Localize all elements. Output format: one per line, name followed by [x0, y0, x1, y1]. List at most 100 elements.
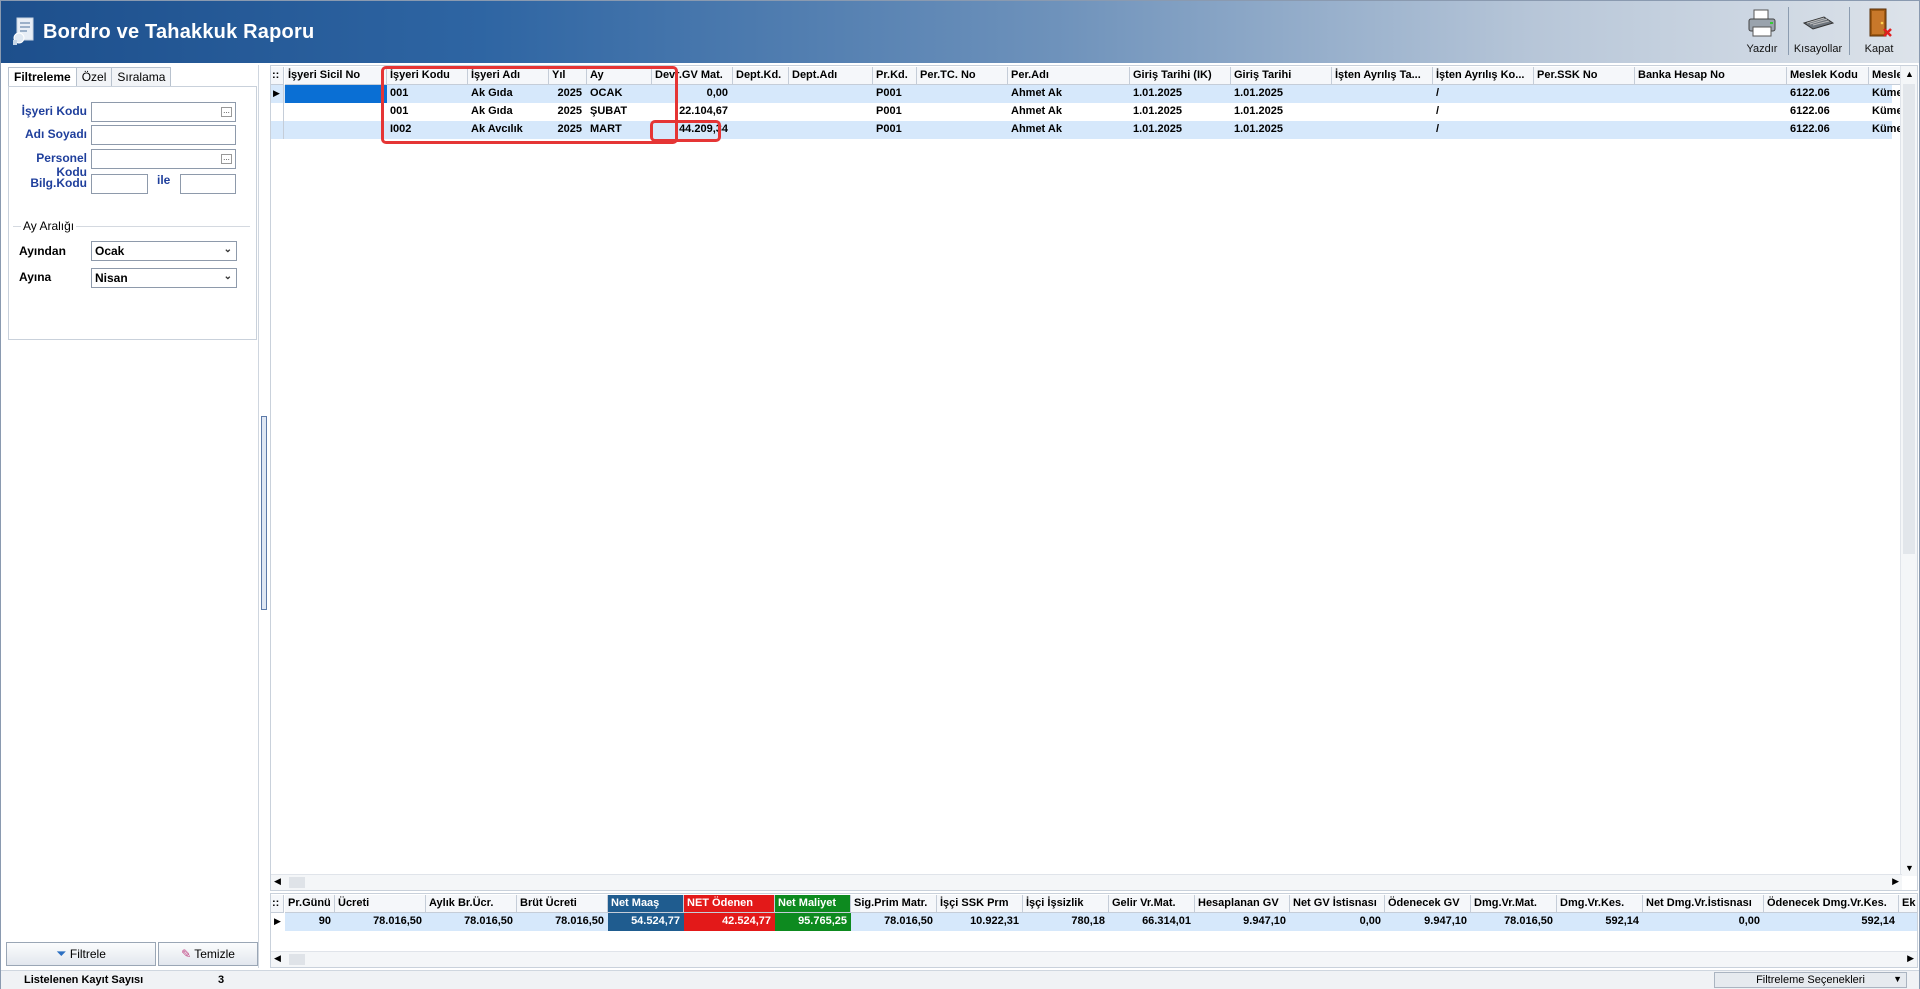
- table-cell[interactable]: 6122.06: [1787, 103, 1869, 121]
- summary-column-header[interactable]: Ek İ: [1899, 895, 1917, 913]
- table-cell[interactable]: [285, 85, 387, 103]
- table-cell[interactable]: [733, 121, 789, 139]
- scroll-thumb[interactable]: [289, 877, 305, 888]
- table-cell[interactable]: [1635, 121, 1787, 139]
- table-cell[interactable]: 2025: [549, 103, 587, 121]
- table-cell[interactable]: [733, 85, 789, 103]
- column-header[interactable]: Devr.GV Mat.: [652, 67, 733, 85]
- table-cell[interactable]: 1.01.2025: [1231, 103, 1332, 121]
- bilg-code-to-input[interactable]: [180, 174, 236, 194]
- close-button[interactable]: Kapat: [1859, 7, 1899, 57]
- table-cell[interactable]: Ak Gıda: [468, 85, 549, 103]
- name-input[interactable]: [91, 125, 236, 145]
- table-cell[interactable]: [917, 121, 1008, 139]
- column-header[interactable]: Per.SSK No: [1534, 67, 1635, 85]
- splitter-handle[interactable]: [261, 416, 267, 610]
- table-cell[interactable]: P001: [873, 85, 917, 103]
- table-cell[interactable]: /: [1433, 103, 1534, 121]
- row-pointer-icon[interactable]: ▶: [271, 85, 284, 103]
- table-cell[interactable]: Ak Gıda: [468, 103, 549, 121]
- table-cell[interactable]: [285, 121, 387, 139]
- summary-column-header[interactable]: Net Maaş: [608, 895, 684, 913]
- tab-siralama[interactable]: Sıralama: [111, 67, 172, 86]
- table-cell[interactable]: P001: [873, 121, 917, 139]
- table-cell[interactable]: 001: [387, 85, 468, 103]
- table-cell[interactable]: [1534, 121, 1635, 139]
- tab-ozel[interactable]: Özel: [75, 67, 113, 86]
- table-row[interactable]: ▶ 001 Ak Gıda 2025 OCAK 0,00 P001 Ahmet Ak 1.01.…: [271, 85, 1909, 103]
- summary-cell[interactable]: 10.922,31: [937, 913, 1023, 931]
- table-cell[interactable]: 1.01.2025: [1231, 85, 1332, 103]
- table-cell[interactable]: [733, 103, 789, 121]
- column-header[interactable]: Giriş Tarihi (IK): [1130, 67, 1231, 85]
- table-cell[interactable]: 001: [387, 103, 468, 121]
- table-cell[interactable]: [917, 85, 1008, 103]
- summary-column-header[interactable]: Aylık Br.Ücr.: [426, 895, 517, 913]
- clear-button[interactable]: ✎ Temizle: [158, 942, 258, 966]
- column-header[interactable]: Dept.Kd.: [733, 67, 789, 85]
- table-cell[interactable]: 0,00: [652, 85, 733, 103]
- table-cell[interactable]: ŞUBAT: [587, 103, 652, 121]
- table-cell[interactable]: 1.01.2025: [1130, 121, 1231, 139]
- table-cell[interactable]: [1332, 85, 1433, 103]
- column-header[interactable]: Meslek Kodu: [1787, 67, 1869, 85]
- table-cell[interactable]: [789, 85, 873, 103]
- summary-column-header[interactable]: NET Ödenen: [684, 895, 775, 913]
- table-cell[interactable]: 6122.06: [1787, 121, 1869, 139]
- column-header[interactable]: İşyeri Adı: [468, 67, 549, 85]
- summary-cell[interactable]: 78.016,50: [1471, 913, 1557, 931]
- summary-column-header[interactable]: Hesaplanan GV: [1195, 895, 1290, 913]
- grid-horizontal-scrollbar[interactable]: ◀ ▶: [271, 874, 1902, 890]
- row-indicator[interactable]: [271, 103, 284, 121]
- summary-cell[interactable]: 780,18: [1023, 913, 1109, 931]
- table-cell[interactable]: 2025: [549, 121, 587, 139]
- summary-cell[interactable]: 78.016,50: [335, 913, 426, 931]
- table-cell[interactable]: [1534, 85, 1635, 103]
- table-cell[interactable]: 44.209,34: [652, 121, 733, 139]
- column-header[interactable]: İşyeri Kodu: [387, 67, 468, 85]
- filter-button[interactable]: ⏷ Filtrele: [6, 942, 156, 966]
- grid-vertical-scrollbar[interactable]: ▲ ▼: [1900, 66, 1917, 876]
- table-cell[interactable]: [1332, 121, 1433, 139]
- table-cell[interactable]: [1635, 85, 1787, 103]
- table-cell[interactable]: [917, 103, 1008, 121]
- column-header[interactable]: Giriş Tarihi: [1231, 67, 1332, 85]
- ellipsis-icon[interactable]: ...: [221, 154, 232, 164]
- summary-cell[interactable]: 78.016,50: [426, 913, 517, 931]
- summary-column-header[interactable]: Ödenecek Dmg.Vr.Kes.: [1764, 895, 1899, 913]
- print-button[interactable]: Yazdır: [1744, 7, 1780, 57]
- table-cell[interactable]: 1.01.2025: [1130, 103, 1231, 121]
- table-cell[interactable]: [1534, 103, 1635, 121]
- tab-filtreleme[interactable]: Filtreleme: [8, 67, 77, 86]
- column-header[interactable]: Per.TC. No: [917, 67, 1008, 85]
- filter-options-button[interactable]: Filtreleme Seçenekleri ▼: [1714, 972, 1907, 988]
- summary-column-header[interactable]: Pr.Günü: [285, 895, 335, 913]
- month-from-select[interactable]: Ocak ⌄: [91, 241, 237, 261]
- table-cell[interactable]: 2025: [549, 85, 587, 103]
- column-header[interactable]: Per.Adı: [1008, 67, 1130, 85]
- scroll-left-icon[interactable]: ◀: [274, 876, 281, 887]
- column-header[interactable]: Dept.Adı: [789, 67, 873, 85]
- summary-cell[interactable]: 9.947,10: [1195, 913, 1290, 931]
- column-header[interactable]: Banka Hesap No: [1635, 67, 1787, 85]
- table-cell[interactable]: [1332, 103, 1433, 121]
- table-cell[interactable]: OCAK: [587, 85, 652, 103]
- summary-cell[interactable]: 95.765,25: [775, 913, 851, 931]
- summary-column-header[interactable]: İşçi SSK Prm: [937, 895, 1023, 913]
- table-cell[interactable]: 1.01.2025: [1231, 121, 1332, 139]
- summary-column-header[interactable]: Ödenecek GV: [1385, 895, 1471, 913]
- table-cell[interactable]: [285, 103, 387, 121]
- bilg-code-from-input[interactable]: [91, 174, 148, 194]
- summary-column-header[interactable]: Net GV İstisnası: [1290, 895, 1385, 913]
- table-row[interactable]: I002 Ak Avcılık 2025 MART 44.209,34 P001 Ahmet…: [271, 121, 1909, 139]
- summary-column-header[interactable]: Ücreti: [335, 895, 426, 913]
- table-cell[interactable]: Ahmet Ak: [1008, 121, 1130, 139]
- table-row[interactable]: 001 Ak Gıda 2025 ŞUBAT 22.104,67 P001 Ahmet Ak…: [271, 103, 1909, 121]
- table-cell[interactable]: /: [1433, 121, 1534, 139]
- column-header[interactable]: İşten Ayrılış Ta...: [1332, 67, 1433, 85]
- summary-column-header[interactable]: Dmg.Vr.Kes.: [1557, 895, 1643, 913]
- summary-column-header[interactable]: Net Dmg.Vr.İstisnası: [1643, 895, 1764, 913]
- scroll-right-icon[interactable]: ▶: [1907, 953, 1914, 964]
- summary-cell[interactable]: 42.524,77: [684, 913, 775, 931]
- scroll-thumb[interactable]: [1903, 84, 1915, 554]
